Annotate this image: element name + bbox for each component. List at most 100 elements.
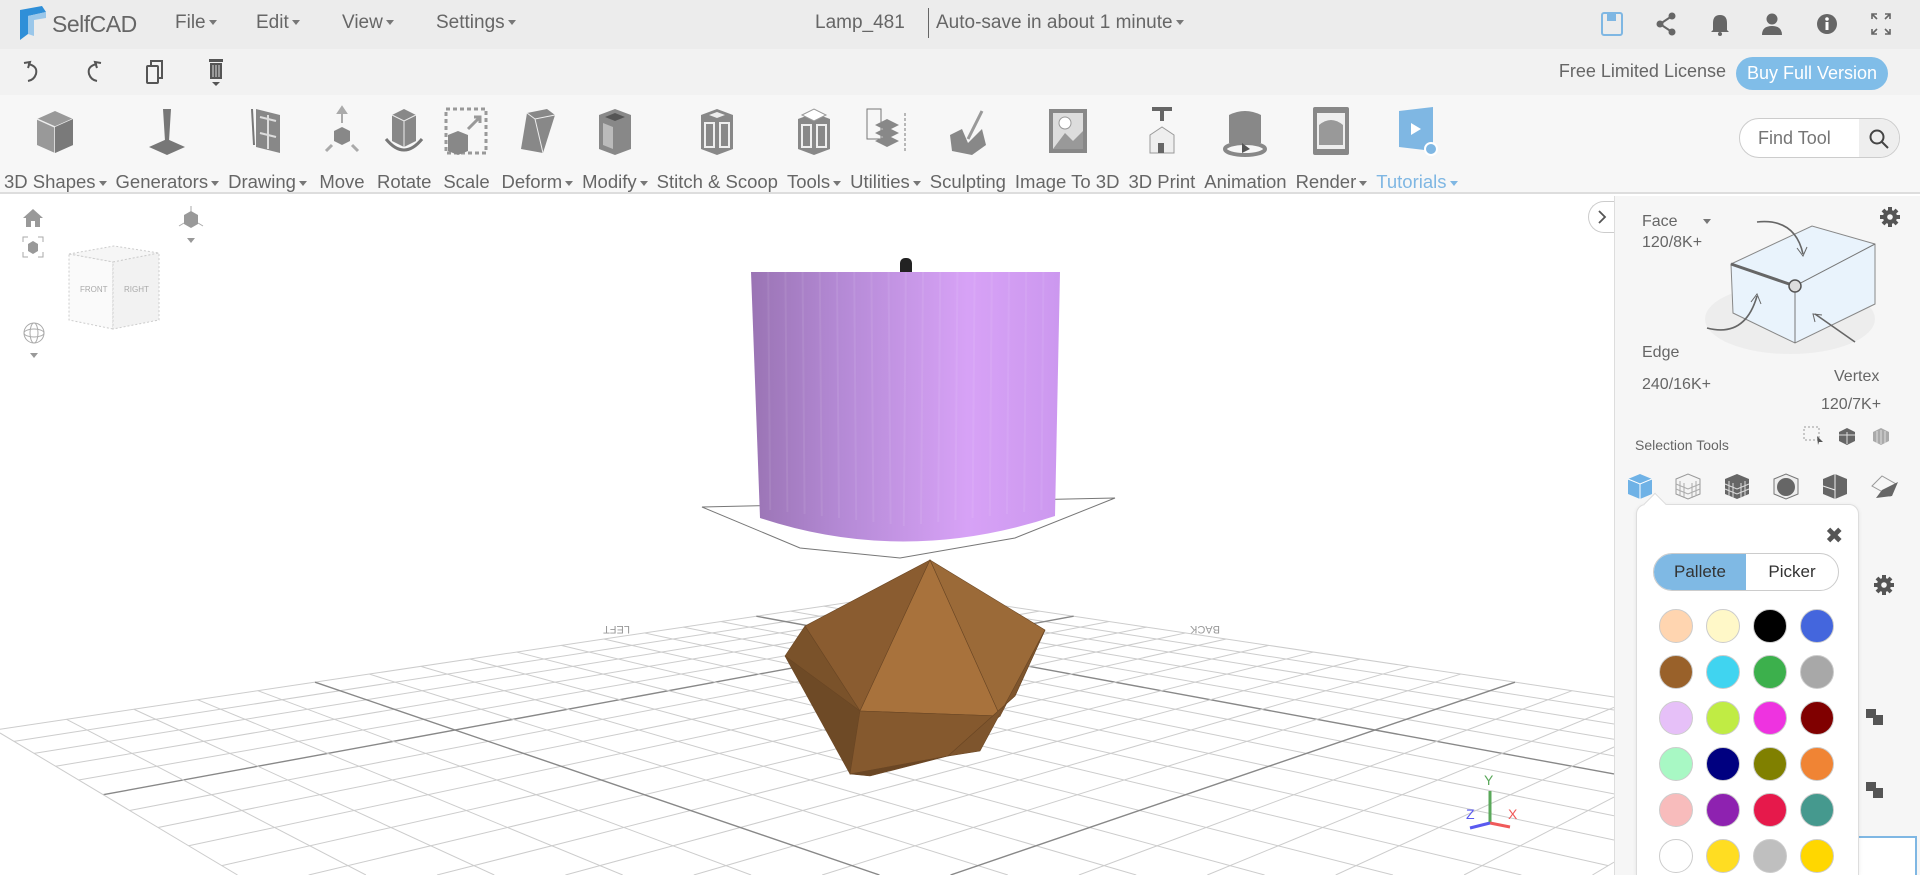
copy-icon[interactable] (140, 57, 170, 87)
tool-rotate[interactable]: Rotate (377, 105, 431, 193)
vertex-count: 120/7K+ (1821, 396, 1882, 413)
menu-edit[interactable]: Edit (256, 12, 300, 34)
orbit-icon[interactable] (22, 321, 46, 361)
tab-picker[interactable]: Picker (1746, 554, 1838, 590)
cube-grid-select-icon[interactable] (1723, 472, 1753, 502)
color-swatch[interactable] (1800, 609, 1834, 643)
close-icon[interactable]: ✖ (1825, 523, 1843, 549)
add-selection-icon[interactable] (1837, 426, 1859, 446)
color-swatch[interactable] (1659, 793, 1693, 827)
tool-generators[interactable]: Generators (116, 105, 220, 193)
layer-icon[interactable] (1865, 708, 1885, 726)
tool-utilities[interactable]: Utilities (850, 105, 921, 193)
color-swatch[interactable] (1706, 747, 1740, 781)
color-swatch[interactable] (1800, 747, 1834, 781)
tool-3d-print[interactable]: 3D Print (1128, 105, 1195, 193)
view-cube-front[interactable]: FRONT (80, 285, 108, 294)
layer-icon[interactable] (1865, 781, 1885, 799)
3d-viewport[interactable]: LEFT BACK FRONT RIGHT Y X Z (0, 196, 1614, 875)
tool-label: Render (1296, 171, 1368, 193)
license-status: Free Limited License (1558, 61, 1726, 81)
grid-line (188, 632, 1186, 847)
undo-icon[interactable] (17, 57, 47, 87)
save-icon[interactable] (1598, 10, 1626, 38)
rotate-icon (385, 109, 424, 152)
color-swatch[interactable] (1753, 747, 1787, 781)
tool-move[interactable]: Move (316, 105, 368, 193)
view-mode-icon[interactable] (176, 206, 206, 246)
tool-label: Animation (1204, 171, 1287, 192)
color-swatch[interactable] (1706, 839, 1740, 873)
color-swatch[interactable] (1659, 609, 1693, 643)
info-icon[interactable] (1813, 10, 1841, 38)
tool-label: 3D Print (1128, 171, 1196, 192)
redo-icon[interactable] (78, 57, 108, 87)
color-swatch[interactable] (1800, 701, 1834, 735)
panel-settings-gear-icon[interactable] (1873, 574, 1895, 596)
color-swatch[interactable] (1659, 839, 1693, 873)
tool-drawing[interactable]: Drawing (228, 105, 307, 193)
grid-line (0, 732, 238, 875)
find-tool-search[interactable] (1739, 118, 1900, 158)
color-swatch[interactable] (1706, 609, 1740, 643)
color-swatch[interactable] (1706, 655, 1740, 689)
tool-modify[interactable]: Modify (582, 105, 648, 193)
search-icon[interactable] (1859, 119, 1899, 157)
color-swatch[interactable] (1753, 701, 1787, 735)
tool-stitch-scoop[interactable]: Stitch & Scoop (657, 105, 778, 193)
box-select-icon[interactable] (1803, 426, 1825, 446)
view-cube[interactable]: FRONT RIGHT (66, 244, 166, 334)
color-swatch[interactable] (1659, 747, 1693, 781)
tool-image-to-3d[interactable]: Image To 3D (1015, 105, 1119, 193)
sculpting-icon (949, 110, 986, 155)
menu-file[interactable]: File (175, 12, 217, 34)
half-select-icon[interactable] (1821, 472, 1851, 502)
color-swatch[interactable] (1800, 793, 1834, 827)
color-swatch[interactable] (1753, 839, 1787, 873)
find-tool-input[interactable] (1758, 128, 1858, 149)
tool-3d-shapes[interactable]: 3D Shapes (4, 105, 107, 193)
collapse-panel-button[interactable] (1588, 201, 1614, 233)
view-cube-right[interactable]: RIGHT (124, 285, 149, 294)
menu-settings[interactable]: Settings (436, 12, 516, 34)
tool-tools[interactable]: Tools (787, 105, 841, 193)
tool-deform[interactable]: Deform (501, 105, 573, 193)
logo-icon (20, 6, 46, 40)
color-swatch[interactable] (1706, 701, 1740, 735)
color-swatch[interactable] (1800, 839, 1834, 873)
face-grid-select-icon[interactable] (1674, 472, 1704, 502)
tool-tutorials[interactable]: Tutorials (1376, 105, 1457, 193)
menu-view[interactable]: View (342, 12, 394, 34)
plane-select-icon[interactable] (1870, 472, 1900, 502)
document-title[interactable]: Lamp_481 (815, 12, 905, 34)
user-icon[interactable] (1758, 10, 1786, 38)
color-swatch[interactable] (1753, 609, 1787, 643)
edit-bar: Free Limited License Buy Full Version (0, 49, 1920, 95)
tool-scale[interactable]: Scale (440, 105, 492, 193)
sphere-select-icon[interactable] (1772, 472, 1802, 502)
select-through-icon[interactable] (1871, 426, 1893, 446)
tool-render[interactable]: Render (1296, 105, 1368, 193)
color-swatch[interactable] (1753, 793, 1787, 827)
tool-sculpting[interactable]: Sculpting (930, 105, 1006, 193)
fit-view-icon[interactable] (22, 236, 44, 258)
selfcad-logo[interactable]: SelfCAD (18, 6, 137, 42)
autosave-status[interactable]: Auto-save in about 1 minute (936, 12, 1184, 34)
color-swatch[interactable] (1706, 793, 1740, 827)
color-swatch[interactable] (1659, 655, 1693, 689)
fullscreen-icon[interactable] (1867, 10, 1895, 38)
color-swatch[interactable] (1753, 655, 1787, 689)
color-swatch[interactable] (1659, 701, 1693, 735)
home-view-icon[interactable] (22, 208, 44, 228)
tool-label: Tutorials (1376, 171, 1457, 193)
tool-animation[interactable]: Animation (1204, 105, 1287, 193)
share-icon[interactable] (1652, 10, 1680, 38)
utilities-icon (866, 108, 906, 153)
scene-canvas[interactable]: LEFT BACK (0, 196, 1614, 875)
tab-pallete[interactable]: Pallete (1654, 554, 1746, 590)
tool-label: Scale (443, 171, 490, 192)
color-swatch[interactable] (1800, 655, 1834, 689)
delete-icon[interactable] (201, 57, 231, 87)
bell-icon[interactable] (1706, 10, 1734, 38)
buy-full-version-button[interactable]: Buy Full Version (1736, 57, 1888, 90)
